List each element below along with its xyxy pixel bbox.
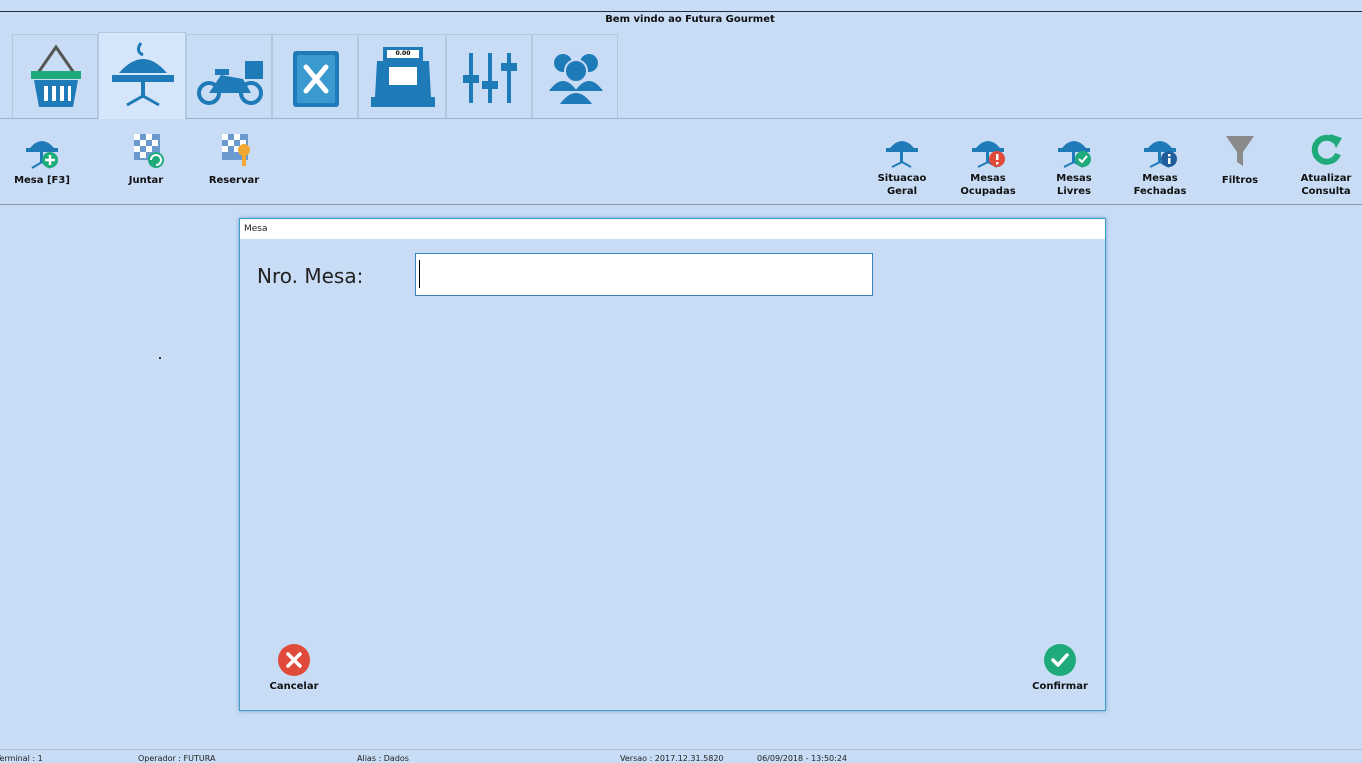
users-icon [549,54,603,106]
toolbar-separator [0,204,1362,205]
atualizar-consulta-button[interactable]: Atualizar Consulta [1296,130,1356,198]
filtros-button[interactable]: Filtros [1212,130,1268,187]
text-caret [419,260,420,288]
tab-usuarios[interactable] [532,34,618,118]
register-display: 0.00 [395,50,411,57]
table-closed-icon [1144,141,1177,168]
mesas-fechadas-line1: Mesas [1142,173,1178,184]
add-table-label: Mesa [F3] [14,175,70,186]
confirm-button[interactable]: Confirmar [1028,643,1092,692]
window-top-border [0,11,1362,12]
join-tables-label: Juntar [128,175,164,186]
add-table-button[interactable]: Mesa [F3] [12,130,72,187]
cancel-label: Cancelar [269,681,319,692]
confirm-label: Confirmar [1032,681,1088,692]
situacao-geral-button[interactable]: Situacao Geral [870,130,934,198]
reserve-button[interactable]: Reservar [202,130,266,187]
atualizar-consulta-line2: Consulta [1301,186,1351,197]
dialog-title: Mesa [240,219,1105,239]
refresh-icon [1311,134,1342,165]
table-free-icon [1058,141,1091,168]
join-tables-button[interactable]: Juntar [116,130,176,187]
cash-register-icon [371,47,435,107]
reserve-label: Reservar [208,175,260,186]
mesas-fechadas-line2: Fechadas [1133,186,1187,197]
confirm-icon [1044,644,1076,676]
window-title: Bem vindo ao Futura Gourmet [605,14,775,25]
tab-configuracoes[interactable] [446,34,532,118]
nro-mesa-input[interactable] [415,253,873,296]
funnel-icon [1226,136,1254,166]
cloche-table-icon [112,42,174,107]
status-bar: Terminal : 1 Operador : FUTURA Alias : D… [0,749,1362,763]
cancel-icon [278,644,310,676]
mesas-ocupadas-button[interactable]: Mesas Ocupadas [956,130,1020,198]
tab-vendas[interactable] [12,34,98,118]
reserve-icon [222,134,250,166]
mesa-dialog: Mesa Nro. Mesa: Cancelar Confirmar [239,218,1106,711]
mesas-livres-line2: Livres [1057,186,1091,197]
basket-icon [31,44,81,107]
motorcycle-icon [197,61,263,105]
add-table-icon [26,141,58,169]
table-occupied-icon [972,141,1005,168]
tab-mesas[interactable] [98,32,186,119]
tab-cardapio[interactable] [272,34,358,118]
situacao-geral-line1: Situacao [877,173,927,184]
mesas-livres-line1: Mesas [1056,173,1092,184]
tab-caixa[interactable]: 0.00 [358,34,446,118]
nro-mesa-label: Nro. Mesa: [257,264,364,288]
mesas-livres-button[interactable]: Mesas Livres [1042,130,1106,198]
mesas-ocupadas-line2: Ocupadas [960,186,1016,197]
cancel-button[interactable]: Cancelar [264,643,324,692]
sliders-icon [463,53,517,103]
join-tables-icon [134,134,164,168]
filtros-label: Filtros [1221,175,1259,186]
menu-book-icon [293,51,339,107]
table-icon [886,141,918,168]
situacao-geral-line2: Geral [886,186,918,197]
atualizar-consulta-line1: Atualizar [1300,173,1352,184]
tab-divider [0,118,1362,119]
tab-delivery[interactable] [186,34,272,118]
stray-dot [159,357,161,359]
mesas-ocupadas-line1: Mesas [970,173,1006,184]
mesas-fechadas-button[interactable]: Mesas Fechadas [1128,130,1192,198]
